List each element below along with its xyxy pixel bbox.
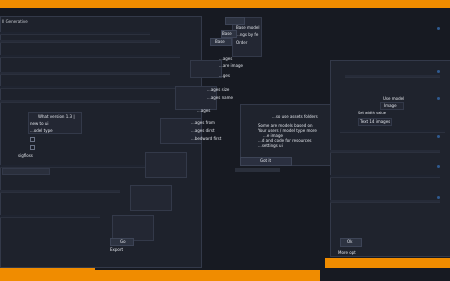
sigma-label: sigfloss — [18, 153, 33, 158]
step-block — [130, 185, 172, 211]
setting-label: ...ages dirst — [191, 128, 215, 133]
dropdown-button[interactable] — [225, 17, 245, 25]
ok-button-label: Got it — [260, 158, 272, 163]
right-row — [330, 200, 440, 203]
status-dot — [437, 196, 440, 199]
status-dot — [437, 165, 440, 168]
right-panel — [330, 60, 450, 257]
right-row — [340, 130, 445, 133]
settings-row — [0, 32, 150, 35]
right-row — [345, 75, 440, 78]
more-options-label: More opt — [338, 250, 356, 255]
setting-label: ...ages — [197, 108, 211, 113]
top-dark-strip — [0, 8, 450, 16]
new-to-ui-label: new to ui — [30, 121, 49, 126]
base-button-label: Base — [215, 39, 225, 44]
go-button-label: Go — [120, 239, 126, 244]
bottom-accent-bar-right — [325, 258, 450, 268]
tag-label: Text 14 images — [360, 119, 391, 124]
settings-row — [0, 72, 170, 75]
status-dot — [437, 70, 440, 73]
settings-row — [0, 100, 160, 103]
dropdown-item[interactable]: Order — [236, 40, 247, 45]
dropdown-item[interactable]: ...ngs by fe — [236, 32, 258, 37]
notice-bullet: ...settings ui — [258, 143, 283, 148]
status-dot — [437, 27, 440, 30]
setting-label: ...ages name — [207, 95, 233, 100]
notice-title: ...so use assets folders — [272, 114, 318, 119]
settings-row — [0, 55, 180, 58]
setting-label: ...bedward first — [191, 136, 222, 141]
option-checkbox[interactable] — [30, 145, 35, 150]
setting-label: ...are image — [219, 63, 244, 68]
dialog-footer — [235, 168, 280, 172]
settings-row — [0, 190, 120, 193]
setting-label: ...ages — [219, 56, 233, 61]
setting-label: ...ages from — [191, 120, 215, 125]
right-row — [330, 150, 440, 153]
option-checkbox[interactable] — [30, 137, 35, 142]
setting-label: ...ges — [219, 73, 230, 78]
bottom-ok-label: Ok — [347, 239, 353, 244]
settings-row — [0, 215, 100, 218]
model-type-label: ...odel type — [30, 128, 53, 133]
right-label: Use model — [383, 96, 405, 101]
bottom-accent-bar-left — [0, 266, 95, 281]
right-row — [330, 175, 440, 178]
bottom-dark-strip — [320, 268, 450, 281]
settings-row — [0, 86, 175, 89]
app-menu-label[interactable]: Il Generative — [2, 19, 28, 24]
right-input-value: Image — [384, 103, 397, 108]
small-button-label: Base — [222, 31, 232, 36]
status-dot — [437, 135, 440, 138]
status-dot — [437, 97, 440, 100]
bottom-accent-bar-mid — [95, 270, 325, 281]
settings-row — [0, 40, 160, 43]
setting-label: ...ages size — [207, 87, 230, 92]
step-block — [190, 60, 222, 78]
dropdown-item[interactable]: Base model — [236, 25, 259, 30]
step-block — [145, 152, 187, 178]
left-input[interactable] — [2, 168, 50, 175]
right-field-label: Set width value — [358, 111, 386, 115]
export-label: Export — [110, 247, 124, 252]
version-title: What version 1.3 | — [38, 114, 75, 119]
